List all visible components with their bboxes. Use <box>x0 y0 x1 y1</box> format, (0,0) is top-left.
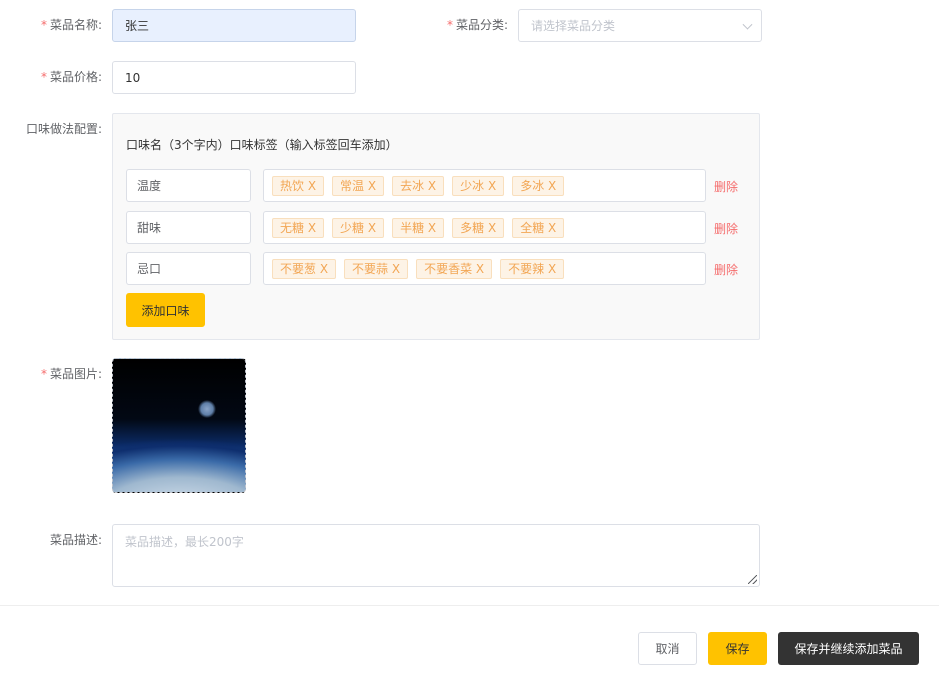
dish-description-textarea[interactable]: 菜品描述，最长200字 <box>112 524 760 587</box>
flavor-tag[interactable]: 热饮 X <box>272 175 325 196</box>
required-mark: * <box>40 18 47 32</box>
flavor-tags-input[interactable]: 热饮 X 常温 X 去冰 X 少冰 X 多冰 X <box>263 169 706 202</box>
flavor-tag[interactable]: 去冰 X <box>392 175 445 196</box>
delete-flavor-link[interactable]: 删除 <box>714 178 738 195</box>
dish-category-placeholder: 请选择菜品分类 <box>531 19 616 33</box>
flavor-tag[interactable]: 不要辣 X <box>500 258 565 279</box>
flavor-config-panel: 口味名（3个字内）口味标签（输入标签回车添加） 温度 热饮 X 常温 X 去冰 … <box>112 113 760 340</box>
flavor-tags-input[interactable]: 无糖 X 少糖 X 半糖 X 多糖 X 全糖 X <box>263 211 706 244</box>
dish-category-label: * 菜品分类: <box>446 18 508 32</box>
dish-price-input[interactable]: 10 <box>112 61 356 94</box>
flavor-tag[interactable]: 少糖 X <box>332 217 385 238</box>
flavor-tag[interactable]: 不要香菜 X <box>416 258 493 279</box>
flavor-name-input[interactable]: 甜味 <box>126 211 251 244</box>
flavor-name-input[interactable]: 温度 <box>126 169 251 202</box>
dish-price-label: * 菜品价格: <box>40 70 102 84</box>
flavor-tag[interactable]: 常温 X <box>332 175 385 196</box>
dish-image-label: * 菜品图片: <box>40 367 102 381</box>
flavor-tag[interactable]: 多冰 X <box>512 175 565 196</box>
dish-description-placeholder: 菜品描述，最长200字 <box>125 535 244 549</box>
flavor-name-input[interactable]: 忌口 <box>126 252 251 285</box>
delete-flavor-link[interactable]: 删除 <box>714 261 738 278</box>
chevron-down-icon <box>742 19 753 30</box>
required-mark: * <box>446 18 453 32</box>
flavor-header: 口味名（3个字内）口味标签（输入标签回车添加） <box>126 138 398 152</box>
flavor-row: 温度 热饮 X 常温 X 去冰 X 少冰 X 多冰 X 删除 <box>126 169 746 202</box>
add-flavor-button[interactable]: 添加口味 <box>126 293 205 327</box>
save-and-continue-button[interactable]: 保存并继续添加菜品 <box>778 632 919 665</box>
flavor-row: 甜味 无糖 X 少糖 X 半糖 X 多糖 X 全糖 X 删除 <box>126 211 746 244</box>
resize-handle-icon[interactable] <box>748 575 757 584</box>
footer-divider <box>0 605 939 606</box>
delete-flavor-link[interactable]: 删除 <box>714 220 738 237</box>
flavor-row: 忌口 不要葱 X 不要蒜 X 不要香菜 X 不要辣 X 删除 <box>126 252 746 285</box>
flavor-tag[interactable]: 全糖 X <box>512 217 565 238</box>
dish-price-value: 10 <box>125 70 141 85</box>
required-mark: * <box>40 70 47 84</box>
dish-name-value: 张三 <box>125 19 150 33</box>
flavor-tag[interactable]: 少冰 X <box>452 175 505 196</box>
flavor-tags-input[interactable]: 不要葱 X 不要蒜 X 不要香菜 X 不要辣 X <box>263 252 706 285</box>
flavor-tag[interactable]: 多糖 X <box>452 217 505 238</box>
dish-name-input[interactable]: 张三 <box>112 9 356 42</box>
dish-image-upload[interactable] <box>112 358 246 493</box>
dish-name-label: * 菜品名称: <box>40 18 102 32</box>
required-mark: * <box>40 367 47 381</box>
flavor-tag[interactable]: 不要葱 X <box>272 258 337 279</box>
flavor-config-label: 口味做法配置: <box>25 122 102 136</box>
dish-description-label: 菜品描述: <box>49 533 102 547</box>
save-button[interactable]: 保存 <box>708 632 767 665</box>
flavor-tag[interactable]: 不要蒜 X <box>344 258 409 279</box>
flavor-tag[interactable]: 无糖 X <box>272 217 325 238</box>
flavor-tag[interactable]: 半糖 X <box>392 217 445 238</box>
dish-category-select[interactable]: 请选择菜品分类 <box>518 9 762 42</box>
cancel-button[interactable]: 取消 <box>638 632 697 665</box>
